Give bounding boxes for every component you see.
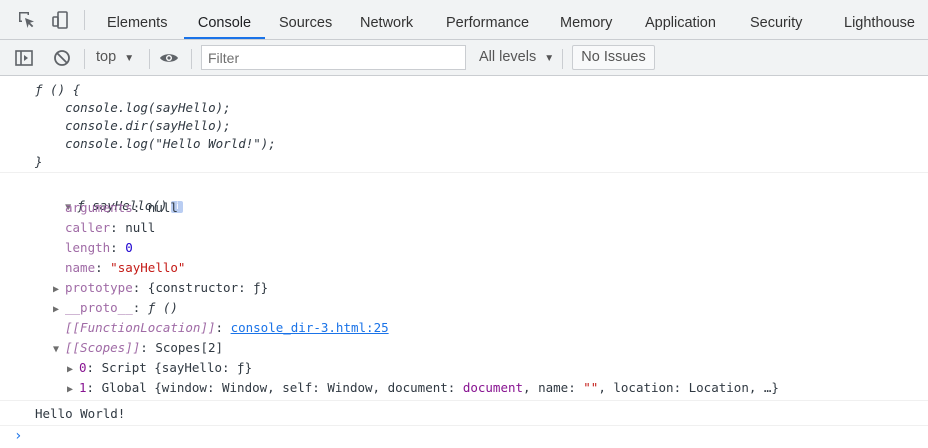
property-key: prototype (65, 280, 133, 295)
property-row: arguments: null (65, 199, 178, 217)
console-toolbar: top ▼ All levels ▼ No Issues (0, 40, 928, 76)
property-value: Global {window: Window, self: Window, do… (101, 380, 463, 395)
property-key: __proto__ (65, 300, 133, 315)
console-output: ƒ () { console.log(sayHello); console.di… (0, 77, 928, 448)
property-value: null (147, 200, 178, 215)
message-divider (0, 425, 928, 426)
tab-memory[interactable]: Memory (560, 0, 612, 39)
property-key: arguments (65, 200, 133, 215)
context-selector[interactable]: top ▼ (96, 49, 134, 65)
property-key: caller (65, 220, 111, 235)
collapsed-triangle-icon: ▶ (67, 384, 74, 395)
property-value: Scopes[2] (155, 340, 224, 355)
inspect-element-icon[interactable] (17, 10, 37, 30)
toolbar-separator (149, 49, 150, 69)
toolbar-separator (84, 49, 85, 69)
colon: : (140, 340, 156, 355)
colon: : (132, 200, 148, 215)
property-key: name (65, 260, 96, 275)
device-toolbar-icon[interactable] (50, 10, 70, 30)
log-levels-dropdown[interactable]: All levels ▼ (479, 49, 554, 65)
filter-input[interactable] (201, 45, 466, 70)
property-key: [[Scopes]] (65, 340, 141, 355)
toolbar-separator (562, 49, 563, 69)
log-function-source-line: console.log(sayHello); (35, 100, 231, 115)
log-function-source-line: ƒ () { (35, 82, 81, 97)
property-key: 0 (79, 360, 87, 375)
chevron-down-icon: ▼ (544, 53, 555, 64)
message-divider (0, 400, 928, 401)
property-value: , location: Location, …} (598, 380, 779, 395)
tab-console[interactable]: Console (184, 0, 265, 39)
tab-application[interactable]: Application (645, 0, 716, 39)
property-value: "sayHello" (110, 260, 186, 275)
colon: : (86, 380, 102, 395)
property-row: name: "sayHello" (65, 259, 185, 277)
property-value: null (125, 220, 156, 235)
collapsed-triangle-icon: ▶ (67, 364, 74, 375)
property-value: document (462, 380, 524, 395)
tab-security[interactable]: Security (750, 0, 802, 39)
scope-row[interactable]: ▶ 0: Script {sayHello: ƒ} (67, 359, 252, 379)
tab-lighthouse[interactable]: Lighthouse (844, 0, 915, 39)
collapsed-triangle-icon: ▶ (53, 284, 60, 295)
devtools-tab-bar: Elements Console Sources Network Perform… (0, 0, 928, 40)
chevron-down-icon: ▼ (124, 53, 135, 64)
colon: : (95, 260, 111, 275)
property-row-proto[interactable]: ▶ __proto__: ƒ () (53, 299, 178, 319)
colon: : (86, 360, 102, 375)
property-value: ƒ () (147, 300, 178, 315)
property-key: 1 (79, 380, 87, 395)
collapsed-triangle-icon: ▶ (53, 304, 60, 315)
source-location-link[interactable]: console_dir-3.html:25 (231, 320, 389, 335)
property-value: Script {sayHello: ƒ} (101, 360, 253, 375)
issues-button[interactable]: No Issues (572, 45, 655, 70)
colon: : (110, 240, 126, 255)
clear-console-icon[interactable] (52, 48, 72, 68)
property-value: 0 (125, 240, 133, 255)
property-row: caller: null (65, 219, 155, 237)
property-row-prototype[interactable]: ▶ prototype: {constructor: ƒ} (53, 279, 268, 299)
property-value: , name: (523, 380, 584, 395)
toolbar-separator (191, 49, 192, 69)
log-function-source-line: console.dir(sayHello); (35, 118, 231, 133)
sidebar-toggle-icon[interactable] (14, 48, 34, 68)
property-key: [[FunctionLocation]] (65, 320, 216, 335)
property-row: [[FunctionLocation]]: console_dir-3.html… (65, 319, 389, 337)
colon: : (215, 320, 231, 335)
property-value: {constructor: ƒ} (147, 280, 269, 295)
eye-icon[interactable] (159, 48, 179, 68)
property-row-scopes[interactable]: ▼ [[Scopes]]: Scopes[2] (53, 339, 223, 359)
log-function-source-line: console.log("Hello World!"); (35, 136, 276, 151)
log-levels-label: All levels (479, 49, 537, 65)
scope-row[interactable]: ▶ 1: Global {window: Window, self: Window… (67, 379, 779, 399)
expanded-triangle-icon: ▼ (53, 344, 60, 355)
colon: : (132, 280, 148, 295)
log-function-source-line: } (35, 154, 43, 169)
tab-sources[interactable]: Sources (279, 0, 332, 39)
colon: : (110, 220, 126, 235)
message-divider (0, 172, 928, 173)
colon: : (132, 300, 148, 315)
tab-elements[interactable]: Elements (107, 0, 167, 39)
tab-performance[interactable]: Performance (446, 0, 529, 39)
context-label: top (96, 49, 117, 65)
property-row: length: 0 (65, 239, 133, 257)
console-prompt-icon[interactable]: › (14, 428, 22, 444)
log-message: Hello World! (35, 406, 126, 421)
toolbar-separator (84, 10, 85, 30)
property-key: length (65, 240, 111, 255)
tab-network[interactable]: Network (360, 0, 413, 39)
property-value: "" (583, 380, 599, 395)
